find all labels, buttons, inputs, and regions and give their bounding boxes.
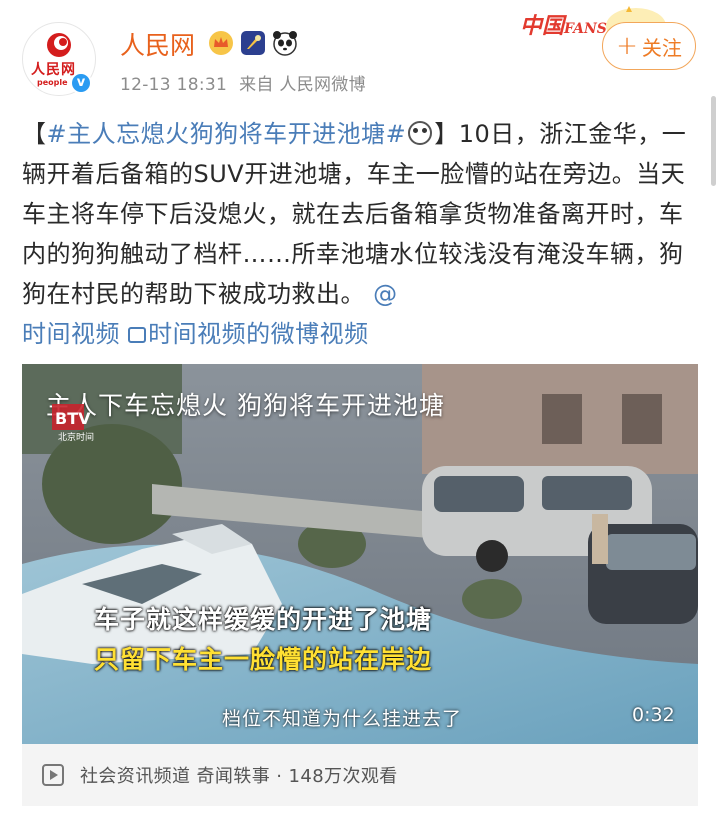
- follow-button[interactable]: + 关注: [602, 22, 696, 70]
- plus-icon: +: [616, 31, 638, 61]
- verified-badge-icon: v: [70, 72, 92, 94]
- video-info-bar[interactable]: 社会资讯频道 奇闻轶事 · 148万次观看: [22, 744, 698, 806]
- mention-link[interactable]: 时间视频: [22, 320, 120, 348]
- video-link-icon: [128, 327, 147, 343]
- people-daily-logo-icon: [47, 33, 71, 57]
- dog-emoji-icon: [408, 121, 433, 145]
- post-text: 【#主人忘熄火狗狗将车开进池塘# 】10日，浙江金华，一辆开着后备箱的SUV开进池…: [22, 114, 702, 354]
- video-subtitle-3: 档位不知道为什么挂进去了: [222, 708, 463, 730]
- btv-logo-text: 北京时间: [58, 433, 95, 443]
- crown-badge-icon[interactable]: [208, 30, 234, 56]
- mention-at-sign[interactable]: @: [373, 280, 398, 308]
- post-meta: 12-13 18:31 来自 人民网微博: [120, 70, 366, 95]
- svg-text:BTV: BTV: [55, 409, 91, 428]
- fans-banner-suffix: FANS: [564, 21, 607, 37]
- fans-banner-text: 中国: [520, 13, 565, 39]
- rocket-badge-icon[interactable]: [240, 30, 266, 56]
- video-player[interactable]: 主人下车忘熄火 狗狗将车开进池塘 BTV 北京时间 车子就这样缓缓的开进了池塘 …: [22, 364, 698, 744]
- fans-banner[interactable]: 中国FANS: [520, 8, 607, 40]
- bracket-close: 】: [434, 120, 459, 148]
- hashtag-link[interactable]: #主人忘熄火狗狗将车开进池塘#: [47, 120, 407, 148]
- follow-label: 关注: [641, 35, 682, 60]
- video-subtitle-1: 车子就这样缓缓的开进了池塘: [94, 605, 433, 634]
- post-source[interactable]: 来自 人民网微博: [239, 75, 366, 95]
- post-timestamp: 12-13 18:31: [120, 75, 228, 95]
- avatar-brand-text: 人民网: [31, 62, 76, 78]
- author-name[interactable]: 人民网: [120, 26, 195, 62]
- video-link[interactable]: 时间视频的微博视频: [128, 320, 369, 348]
- video-title: 主人下车忘熄火 狗狗将车开进池塘: [46, 391, 445, 420]
- video-channel-info: 社会资讯频道 奇闻轶事 · 148万次观看: [80, 766, 398, 787]
- post-body: 10日，浙江金华，一辆开着后备箱的SUV开进池塘，车主一脸懵的站在旁边。当天车主…: [22, 120, 687, 308]
- play-icon: [42, 764, 64, 786]
- video-duration: 0:32: [632, 704, 675, 726]
- panda-badge-icon[interactable]: [272, 30, 298, 56]
- scrollbar[interactable]: [711, 96, 716, 186]
- video-subtitle-2: 只留下车主一脸懵的站在岸边: [94, 645, 433, 674]
- bracket-open: 【: [22, 120, 47, 148]
- video-link-label: 时间视频的微博视频: [148, 320, 369, 348]
- avatar-brand-sub: people: [37, 78, 68, 87]
